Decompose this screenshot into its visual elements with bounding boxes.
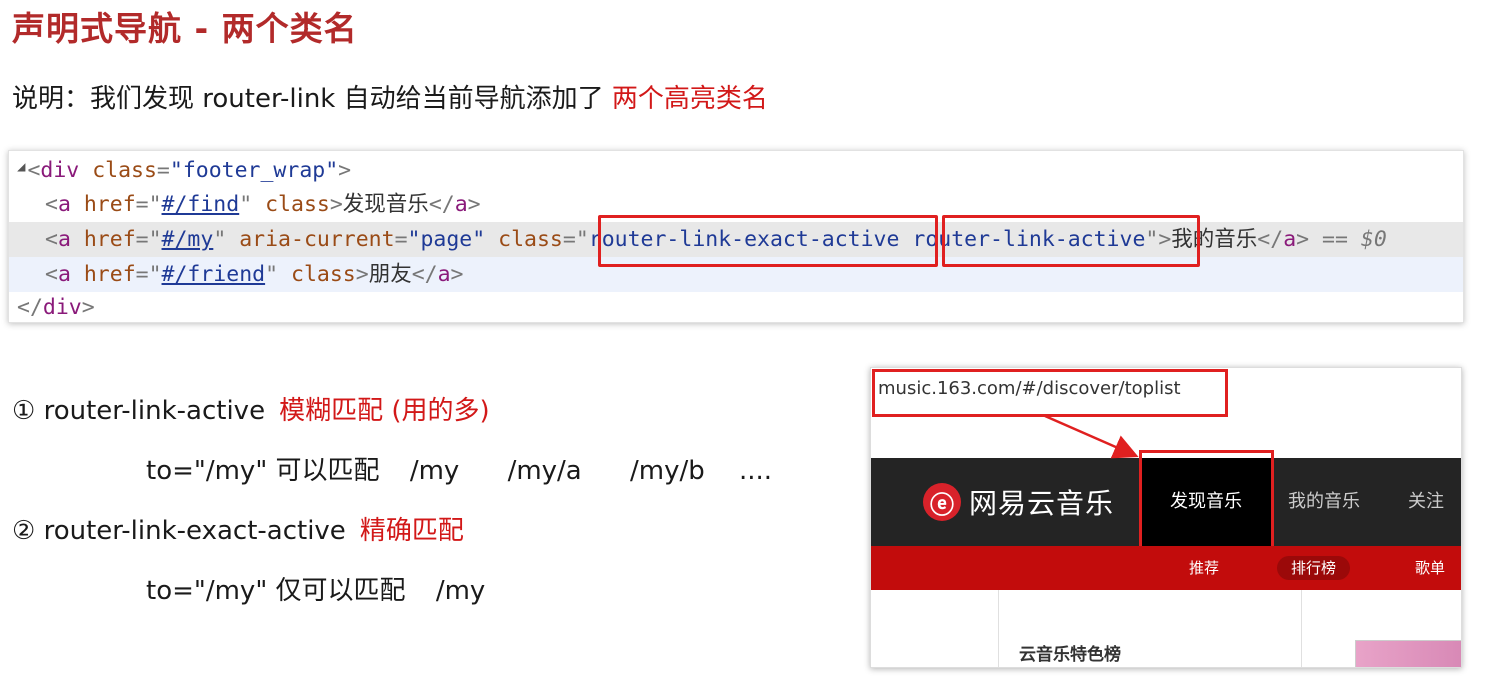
- code-text: 发现音乐: [342, 192, 429, 217]
- highlight-box-active: [942, 215, 1200, 267]
- code-text: 朋友: [368, 262, 412, 287]
- code-line-div-close[interactable]: </div>: [9, 290, 1463, 322]
- nav-my-music[interactable]: 我的音乐: [1279, 458, 1369, 546]
- netease-music-logo-icon: ⓔ: [923, 483, 961, 521]
- code-tag: div: [42, 295, 82, 320]
- site-logo[interactable]: ⓔ 网易云音乐: [923, 482, 1114, 522]
- devtools-code-panel: ◢<div class="footer_wrap"> <a href="#/fi…: [8, 150, 1464, 323]
- code-attr: href: [83, 262, 136, 287]
- code-tag: a: [57, 192, 71, 217]
- divider: [998, 590, 999, 667]
- sidebar-title: 云音乐特色榜: [1019, 645, 1121, 665]
- code-attr: class: [498, 227, 563, 252]
- highlight-box-nav: [1139, 450, 1274, 554]
- code-href-link[interactable]: #/find: [162, 192, 240, 217]
- item-note: 精确匹配: [359, 516, 464, 546]
- logo-text: 网易云音乐: [969, 487, 1115, 520]
- code-console-ref: == $0: [1322, 227, 1387, 252]
- page-title: 声明式导航 - 两个类名: [12, 9, 358, 48]
- example-lead: to="/my" 可以匹配: [146, 456, 380, 486]
- description-highlight: 两个高亮类名: [611, 84, 768, 114]
- code-tag: a: [57, 227, 71, 252]
- music-site-screenshot: music.163.com/#/discover/toplist ⓔ 网易云音乐…: [870, 367, 1462, 668]
- collapse-triangle-icon[interactable]: ◢: [17, 159, 25, 175]
- code-attr: class: [92, 158, 157, 183]
- code-tag: div: [40, 158, 80, 183]
- code-tag: a: [437, 262, 451, 287]
- example-ellipsis: ....: [739, 456, 773, 486]
- code-href-link[interactable]: #/my: [162, 227, 214, 252]
- example-path: /my/a: [507, 456, 582, 486]
- code-tag: a: [1283, 227, 1297, 252]
- code-attr: aria-current: [239, 227, 395, 252]
- highlight-box-exact-active: [598, 215, 938, 267]
- highlight-box-url: [872, 369, 1228, 417]
- code-value: "page": [407, 227, 486, 252]
- playlist-thumbnail: [1355, 640, 1461, 667]
- description: 说明：我们发现 router-link 自动给当前导航添加了 两个高亮类名: [12, 78, 768, 115]
- code-attr: href: [83, 192, 136, 217]
- code-attr: class: [265, 192, 330, 217]
- code-href-link[interactable]: #/friend: [162, 262, 266, 287]
- divider: [1301, 590, 1302, 667]
- code-tag: a: [57, 262, 71, 287]
- item-label: ① router-link-active: [12, 396, 266, 426]
- item-exact-example: to="/my" 仅可以匹配 /my: [146, 570, 485, 607]
- code-line-div-open[interactable]: ◢<div class="footer_wrap">: [9, 153, 1463, 188]
- example-path: /my: [435, 576, 486, 606]
- code-tag: a: [454, 192, 468, 217]
- site-sub-bar: 推荐 排行榜 歌单: [871, 546, 1461, 590]
- sub-nav-recommend[interactable]: 推荐: [1175, 556, 1233, 580]
- sub-nav-toplist[interactable]: 排行榜: [1277, 556, 1351, 580]
- sub-nav-playlist[interactable]: 歌单: [1401, 556, 1459, 580]
- example-lead: to="/my" 仅可以匹配: [146, 576, 406, 606]
- item-router-link-exact-active: ② router-link-exact-active 精确匹配: [12, 510, 464, 547]
- example-path: /my/b: [630, 456, 705, 486]
- code-value: "footer_wrap": [169, 158, 339, 183]
- description-text: 说明：我们发现 router-link 自动给当前导航添加了: [12, 84, 604, 114]
- example-path: /my: [409, 456, 460, 486]
- code-attr: href: [83, 227, 136, 252]
- item-label: ② router-link-exact-active: [12, 516, 346, 546]
- item-note: 模糊匹配 (用的多): [279, 396, 490, 426]
- nav-follow[interactable]: 关注: [1391, 458, 1461, 546]
- item-router-link-active: ① router-link-active 模糊匹配 (用的多): [12, 390, 490, 427]
- item-active-example: to="/my" 可以匹配 /my /my/a /my/b ....: [146, 450, 772, 487]
- code-attr: class: [291, 262, 356, 287]
